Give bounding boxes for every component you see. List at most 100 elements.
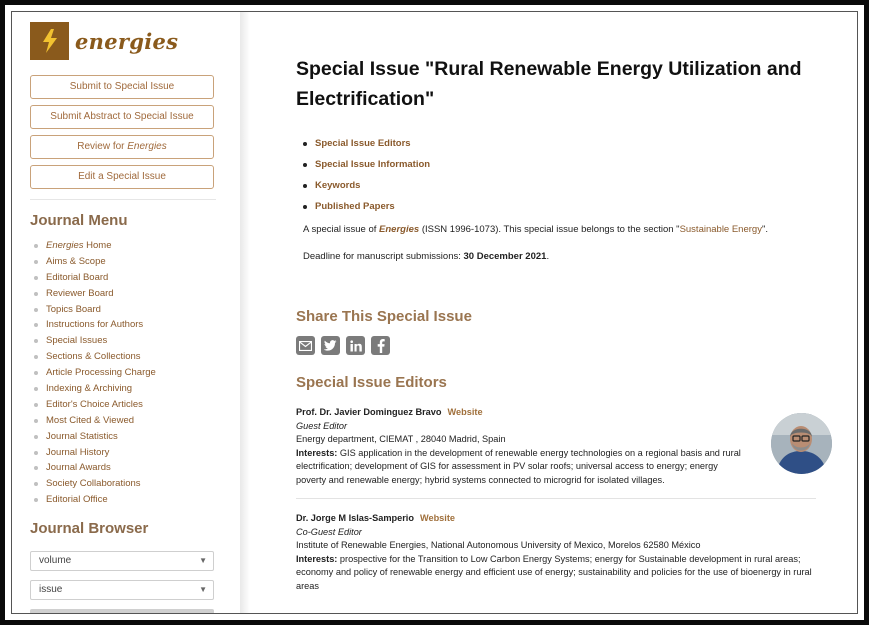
submit-abstract-button[interactable]: Submit Abstract to Special Issue [30, 105, 214, 129]
menu-item-statistics[interactable]: Journal Statistics [30, 429, 240, 445]
editor-card: Dr. Jorge M Islas-Samperio Website Co-Gue… [296, 512, 826, 593]
menu-item-editorial-board[interactable]: Editorial Board [30, 270, 240, 286]
menu-item-label: Society Collaborations [46, 478, 141, 490]
menu-item-label: Article Processing Charge [46, 367, 156, 379]
bullet-icon [34, 307, 38, 312]
toc-item-editors[interactable]: Special Issue Editors [303, 133, 826, 154]
menu-item-special-issues[interactable]: Special Issues [30, 333, 240, 349]
menu-item-label: Editorial Board [46, 271, 109, 283]
editor-interests: Interests: GIS application in the develo… [296, 447, 741, 488]
toc-item-information[interactable]: Special Issue Information [303, 154, 826, 175]
menu-item-apc[interactable]: Article Processing Charge [30, 365, 240, 381]
bullet-icon [34, 386, 38, 391]
dropdown-arrow-icon: ▼ [199, 585, 207, 595]
interests-text: prospective for the Transition to Low Ca… [296, 553, 812, 591]
editor-name: Dr. Jorge M Islas-Samperio [296, 513, 414, 523]
bullet-icon [303, 162, 307, 167]
editor-divider [296, 498, 816, 499]
menu-item-history[interactable]: Journal History [30, 445, 240, 461]
journal-menu: Energies Home Aims & Scope Editorial Boa… [30, 238, 240, 508]
bullet-icon [34, 355, 38, 360]
bullet-icon [303, 183, 307, 188]
bullet-icon [34, 371, 38, 376]
menu-item-indexing[interactable]: Indexing & Archiving [30, 381, 240, 397]
menu-item-label: Topics Board [46, 303, 101, 315]
bullet-icon [34, 418, 38, 423]
menu-item-label: Reviewer Board [46, 287, 114, 299]
share-heading: Share This Special Issue [296, 308, 472, 325]
dropdown-arrow-icon: ▼ [199, 556, 207, 566]
menu-item-reviewer-board[interactable]: Reviewer Board [30, 286, 240, 302]
menu-item-sections[interactable]: Sections & Collections [30, 349, 240, 365]
toc-item-keywords[interactable]: Keywords [303, 175, 826, 196]
section-link[interactable]: Sustainable Energy [680, 224, 762, 235]
page-title: Special Issue "Rural Renewable Energy Ut… [296, 58, 802, 110]
lightning-logo-icon [30, 22, 69, 60]
review-journal-name: Energies [127, 141, 167, 152]
issue-select[interactable]: issue ▼ [30, 580, 214, 601]
menu-item-editorial-office[interactable]: Editorial Office [30, 492, 240, 508]
submit-to-special-issue-button[interactable]: Submit to Special Issue [30, 75, 214, 99]
menu-item-awards[interactable]: Journal Awards [30, 460, 240, 476]
edit-special-issue-button[interactable]: Edit a Special Issue [30, 165, 214, 189]
toc-item-label: Keywords [315, 180, 361, 191]
issue-select-value: issue [39, 584, 63, 596]
bullet-icon [34, 450, 38, 455]
menu-item-label: Sections & Collections [46, 351, 141, 363]
sidebar-shadow [240, 12, 250, 613]
avatar [771, 413, 832, 474]
editor-interests: Interests: prospective for the Transitio… [296, 553, 816, 594]
editor-affiliation: Energy department, CIEMAT , 28040 Madrid… [296, 434, 506, 444]
menu-item-label: Journal Statistics [46, 430, 118, 442]
menu-item-most-cited[interactable]: Most Cited & Viewed [30, 413, 240, 429]
intro-middle: (ISSN 1996-1073). This special issue bel… [419, 224, 680, 235]
twitter-share-icon[interactable] [321, 336, 340, 355]
bullet-icon [34, 402, 38, 407]
editor-website-link[interactable]: Website [420, 513, 455, 523]
menu-item-label: Journal History [46, 446, 110, 458]
toc-item-label: Published Papers [315, 201, 395, 212]
menu-item-editors-choice[interactable]: Editor's Choice Articles [30, 397, 240, 413]
intro-prefix: A special issue of [303, 224, 380, 235]
menu-item-aims-scope[interactable]: Aims & Scope [30, 254, 240, 270]
browser-viewport: energies Submit to Special Issue Submit … [11, 11, 858, 614]
bullet-icon [34, 259, 38, 264]
journal-name: energies [75, 28, 179, 54]
email-share-icon[interactable] [296, 336, 315, 355]
browse-go-button[interactable] [30, 609, 214, 613]
editor-role: Co-Guest Editor [296, 526, 362, 537]
bullet-icon [34, 482, 38, 487]
menu-item-society[interactable]: Society Collaborations [30, 476, 240, 492]
screenshot-frame: energies Submit to Special Issue Submit … [0, 0, 869, 625]
menu-item-instructions[interactable]: Instructions for Authors [30, 317, 240, 333]
journal-menu-heading: Journal Menu [30, 212, 128, 229]
menu-item-label: Most Cited & Viewed [46, 414, 135, 426]
menu-item-label: Special Issues [46, 335, 108, 347]
menu-item-home[interactable]: Energies Home [30, 238, 240, 254]
menu-item-topics-board[interactable]: Topics Board [30, 302, 240, 318]
bullet-icon [34, 243, 38, 248]
toc-item-published-papers[interactable]: Published Papers [303, 196, 826, 217]
sidebar-divider [30, 199, 216, 200]
bullet-icon [34, 434, 38, 439]
journal-logo[interactable]: energies [30, 20, 240, 62]
bullet-icon [303, 141, 307, 146]
review-for-journal-button[interactable]: Review for Energies [30, 135, 214, 159]
linkedin-share-icon[interactable] [346, 336, 365, 355]
journal-link[interactable]: Energies [379, 224, 419, 235]
facebook-share-icon[interactable] [371, 336, 390, 355]
menu-home-journal: Energies [46, 240, 84, 251]
special-issue-intro: A special issue of Energies (ISSN 1996-1… [303, 223, 826, 237]
editor-card: Prof. Dr. Javier Dominguez Bravo Website … [296, 406, 832, 488]
main-content: Special Issue "Rural Renewable Energy Ut… [296, 12, 832, 613]
menu-item-label: Journal Awards [46, 462, 111, 474]
interests-text: GIS application in the development of re… [296, 447, 741, 485]
volume-select[interactable]: volume ▼ [30, 551, 214, 572]
bullet-icon [34, 498, 38, 503]
deadline-text: Deadline for manuscript submissions: 30 … [303, 250, 826, 264]
interests-label: Interests: [296, 447, 338, 458]
editor-website-link[interactable]: Website [448, 407, 483, 417]
editors-heading: Special Issue Editors [296, 374, 447, 391]
interests-label: Interests: [296, 553, 338, 564]
intro-suffix: ". [761, 224, 768, 235]
